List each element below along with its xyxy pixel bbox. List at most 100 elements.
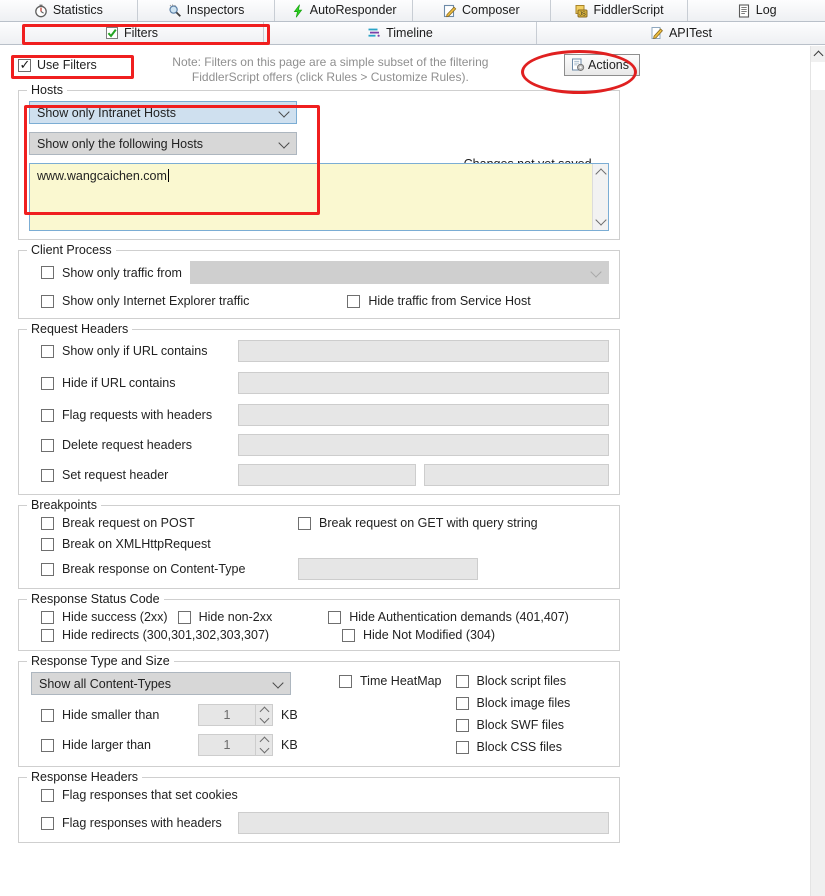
block-css-files-row[interactable]: Block CSS files (455, 740, 571, 754)
response-status-code-group: Response Status Code Hide success (2xx) … (18, 592, 620, 651)
break-request-on-get-query-label: Break request on GET with query string (319, 516, 538, 530)
break-response-on-content-type-checkbox[interactable] (41, 562, 54, 576)
delete-request-headers-row: Delete request headers (41, 434, 609, 456)
stepper-down-icon[interactable] (256, 745, 272, 755)
content-type-combo[interactable]: Show all Content-Types (31, 672, 291, 695)
set-request-header-name-input[interactable] (238, 464, 416, 486)
hide-service-host-checkbox[interactable] (347, 294, 361, 308)
block-swf-files-checkbox[interactable] (455, 718, 469, 732)
show-only-ie-traffic-checkbox[interactable] (41, 294, 54, 308)
block-image-files-row[interactable]: Block image files (455, 696, 570, 710)
flag-responses-headers-row: Flag responses with headers (41, 812, 609, 834)
show-only-url-contains-input[interactable] (238, 340, 609, 362)
hide-success-2xx-checkbox[interactable] (41, 610, 54, 624)
hide-non-2xx-label: Hide non-2xx (198, 610, 273, 624)
tab-inspectors-label: Inspectors (186, 3, 245, 18)
delete-request-headers-checkbox[interactable] (41, 438, 54, 452)
tab-filters[interactable]: Filters (0, 22, 264, 44)
scroll-up-icon[interactable] (595, 168, 607, 180)
host-zone-combo[interactable]: Show only Intranet Hosts (29, 101, 297, 124)
flag-requests-with-headers-checkbox[interactable] (41, 408, 54, 422)
block-swf-files-row[interactable]: Block SWF files (455, 718, 571, 732)
scroll-up-icon[interactable] (811, 46, 825, 62)
show-only-traffic-from-checkbox[interactable] (41, 266, 54, 279)
tab-apitest-label: APITest (668, 25, 713, 40)
scrollbar-thumb[interactable] (811, 62, 825, 90)
tab-timeline[interactable]: Timeline (264, 22, 537, 44)
flag-responses-set-cookies-checkbox[interactable] (41, 788, 54, 802)
hide-non-2xx-checkbox[interactable] (177, 610, 191, 624)
block-image-files-checkbox[interactable] (455, 696, 469, 710)
flag-responses-with-headers-input[interactable] (238, 812, 609, 834)
hide-larger-than-checkbox[interactable] (41, 738, 54, 752)
flag-responses-with-headers-checkbox[interactable] (41, 816, 54, 830)
hide-authentication-demands-checkbox[interactable] (328, 610, 342, 624)
content-type-combo-value: Show all Content-Types (39, 676, 172, 691)
time-heatmap-checkbox[interactable] (339, 674, 352, 688)
response-block-column: Time HeatMap Block script files Block im… (329, 672, 609, 756)
delete-request-headers-input[interactable] (238, 434, 609, 456)
hide-redirects-checkbox[interactable] (41, 628, 54, 642)
hide-smaller-than-checkbox[interactable] (41, 708, 54, 722)
host-filter-combo[interactable]: Show only the following Hosts (29, 132, 297, 155)
use-filters-row[interactable]: Use Filters (18, 57, 97, 72)
filters-panel: Use Filters Note: Filters on this page a… (0, 46, 810, 896)
stepper-buttons[interactable] (255, 735, 272, 755)
use-filters-checkbox[interactable] (18, 57, 31, 72)
hide-if-url-contains-label: Hide if URL contains (62, 376, 176, 390)
set-request-header-value-input[interactable] (424, 464, 609, 486)
lightning-bolt-icon (291, 3, 305, 18)
flag-requests-with-headers-label: Flag requests with headers (62, 408, 213, 422)
svg-text:JS: JS (580, 11, 587, 17)
window-scrollbar[interactable] (810, 46, 825, 896)
break-request-on-post-checkbox[interactable] (41, 516, 54, 530)
hide-if-url-contains-checkbox[interactable] (41, 376, 54, 390)
tab-inspectors[interactable]: Inspectors (137, 0, 276, 21)
block-css-files-label: Block CSS files (476, 740, 562, 754)
text-caret (167, 169, 169, 182)
hosts-textarea[interactable]: www.wangcaichen.com (29, 163, 609, 231)
tab-filters-label: Filters (123, 25, 159, 40)
filters-note-line2: FiddlerScript offers (click Rules > Cust… (191, 70, 469, 84)
break-response-content-type-input[interactable] (298, 558, 478, 580)
stepper-down-icon[interactable] (256, 715, 272, 725)
block-css-files-checkbox[interactable] (455, 740, 469, 754)
tab-autoresponder[interactable]: AutoResponder (275, 0, 414, 21)
hide-not-modified-checkbox[interactable] (342, 628, 355, 642)
time-heatmap-row[interactable]: Time HeatMap (339, 674, 442, 688)
client-process-group: Client Process Show only traffic from Sh… (18, 243, 620, 319)
response-headers-legend: Response Headers (27, 770, 143, 784)
tab-statistics[interactable]: Statistics (0, 0, 138, 21)
break-on-xmlhttprequest-checkbox[interactable] (41, 537, 54, 551)
block-script-files-row[interactable]: Block script files (455, 674, 571, 688)
scroll-down-icon[interactable] (595, 214, 607, 226)
filters-toolbar: Use Filters Note: Filters on this page a… (0, 46, 810, 90)
block-script-files-checkbox[interactable] (455, 674, 469, 688)
hide-if-url-contains-input[interactable] (238, 372, 609, 394)
show-only-url-contains-checkbox[interactable] (41, 344, 54, 358)
hosts-textarea-value: www.wangcaichen.com (37, 169, 167, 183)
hide-larger-than-stepper[interactable]: 1 (198, 734, 273, 756)
hide-larger-than-value: 1 (223, 738, 231, 752)
show-only-traffic-from-row[interactable]: Show only traffic from (41, 261, 609, 284)
tab-apitest[interactable]: APITest (537, 22, 825, 44)
status-row-1: Hide success (2xx) Hide non-2xx Hide Aut… (41, 610, 609, 624)
block-script-files-label: Block script files (476, 674, 567, 688)
hide-smaller-than-stepper[interactable]: 1 (198, 704, 273, 726)
secondary-tab-strip[interactable]: Filters Timeline APITest (0, 22, 825, 45)
delete-request-headers-label: Delete request headers (62, 438, 192, 452)
block-swf-files-label: Block SWF files (476, 718, 565, 732)
main-tab-strip[interactable]: Statistics Inspectors AutoResponder Comp… (0, 0, 825, 22)
flag-requests-with-headers-input[interactable] (238, 404, 609, 426)
actions-button[interactable]: Actions (564, 54, 640, 76)
hide-larger-than-row: Hide larger than 1 KB (41, 734, 329, 756)
stepper-buttons[interactable] (255, 705, 272, 725)
set-request-header-checkbox[interactable] (41, 468, 54, 482)
break-request-on-get-query-checkbox[interactable] (298, 516, 311, 530)
tab-composer[interactable]: Composer (413, 0, 551, 21)
set-request-header-row: Set request header (41, 464, 609, 486)
client-process-combo[interactable] (189, 261, 609, 284)
hosts-textarea-scrollbar[interactable] (592, 164, 608, 230)
tab-log[interactable]: Log (688, 0, 825, 21)
tab-fiddlerscript[interactable]: JS FiddlerScript (550, 0, 689, 21)
